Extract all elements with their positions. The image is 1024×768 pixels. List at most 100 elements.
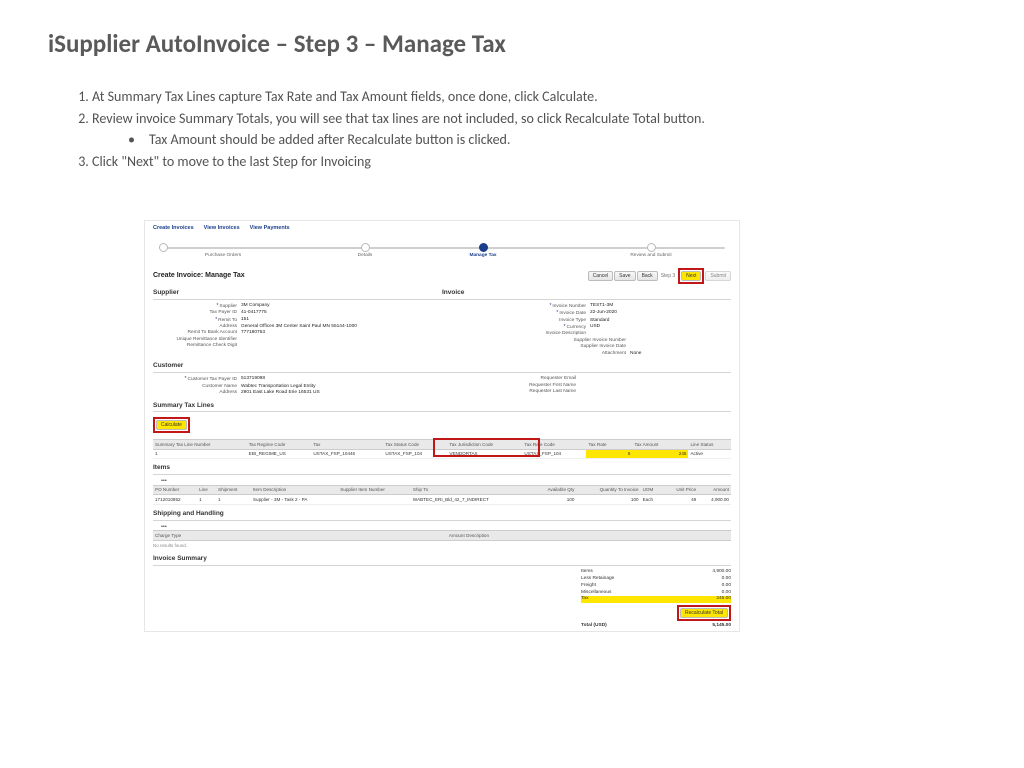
th-desc: Item Description bbox=[251, 485, 338, 495]
td-ship: 1 bbox=[216, 495, 251, 505]
sum-lbl-freight: Freight bbox=[581, 583, 596, 589]
sum-val-retain: 0.00 bbox=[722, 576, 731, 582]
supplier-heading: Supplier bbox=[153, 289, 442, 300]
taxlines-row: 1 EBI_REGIME_US USTAX_FSP_10446 USTAX_FS… bbox=[153, 449, 731, 459]
th-amtdesc: Amount Description bbox=[209, 531, 731, 541]
page-tabs: Create Invoices View Invoices View Payme… bbox=[145, 221, 739, 236]
sum-val-freight: 0.00 bbox=[722, 583, 731, 589]
step-indicator: Step 3 bbox=[659, 273, 677, 279]
th-qty: Quantity To Invoice bbox=[576, 485, 640, 495]
sum-lbl-tax: Tax bbox=[581, 596, 588, 602]
invoice-heading: Invoice bbox=[442, 289, 731, 300]
train-node-tax[interactable] bbox=[479, 243, 488, 252]
instruction-list: At Summary Tax Lines capture Tax Rate an… bbox=[92, 87, 976, 172]
lbl-remit: Remit To bbox=[153, 317, 241, 324]
cancel-button[interactable]: Cancel bbox=[588, 271, 614, 281]
th-line: Line bbox=[197, 485, 216, 495]
train-label-review: Review and Submit bbox=[630, 253, 671, 259]
step-2-text: Review invoice Summary Totals, you will … bbox=[92, 110, 705, 127]
train-node-review[interactable] bbox=[647, 243, 656, 252]
th-lstat: Line Status bbox=[688, 440, 731, 450]
td-po: 1712010852 bbox=[153, 495, 197, 505]
train-label-tax: Manage Tax bbox=[469, 253, 496, 259]
td-uom: Each bbox=[641, 495, 663, 505]
train-label-po: Purchase Orders bbox=[205, 253, 241, 259]
td-shipto: WABTEC_ERI_Bld_42_7_INDIRECT bbox=[411, 495, 530, 505]
sum-val-items: 4,900.00 bbox=[712, 569, 731, 575]
train-node-po[interactable] bbox=[159, 243, 168, 252]
tab-view-invoices[interactable]: View Invoices bbox=[204, 225, 240, 232]
val-remit: 151 bbox=[241, 317, 249, 324]
train-label-details: Details bbox=[358, 253, 373, 259]
next-highlight: Next bbox=[678, 268, 704, 284]
val-att: None bbox=[630, 351, 641, 357]
val-cpayer: 513719098 bbox=[241, 376, 265, 383]
action-buttons: Cancel Save Back Step 3 Next Submit bbox=[588, 268, 731, 284]
calculate-button[interactable]: Calculate bbox=[156, 420, 187, 430]
th-status: Tax Status Code bbox=[383, 440, 447, 450]
items-heading: Items bbox=[153, 464, 731, 475]
lbl-invnum: Invoice Number bbox=[502, 303, 590, 310]
val-caddr: 2901 East Lake Road Erie 16531 US bbox=[241, 390, 320, 396]
sum-val-total: 5,145.00 bbox=[712, 623, 731, 629]
sum-lbl-total: Total (USD) bbox=[581, 623, 607, 629]
train-node-details[interactable] bbox=[361, 243, 370, 252]
tab-create-invoices[interactable]: Create Invoices bbox=[153, 225, 194, 232]
recalculate-button[interactable]: Recalculate Total bbox=[680, 608, 728, 618]
back-button[interactable]: Back bbox=[637, 271, 658, 281]
items-row: 1712010852 1 1 Supplier - 3M - Task 2 - … bbox=[153, 495, 731, 505]
td-status: USTAX_FSP_104 bbox=[383, 449, 447, 459]
customer-heading: Customer bbox=[153, 362, 731, 373]
calculate-highlight: Calculate bbox=[153, 417, 190, 433]
th-avail: Available Qty bbox=[530, 485, 576, 495]
step-3: Click "Next" to move to the last Step fo… bbox=[92, 152, 976, 172]
td-regime: EBI_REGIME_US bbox=[247, 449, 312, 459]
th-amt: Tax Amount bbox=[632, 440, 688, 450]
items-header: PO Number Line Shipment Item Description… bbox=[153, 485, 731, 495]
page-title: Create Invoice: Manage Tax bbox=[153, 272, 245, 280]
lbl-caddr: Address bbox=[153, 390, 241, 396]
td-ln: 1 bbox=[153, 449, 247, 459]
sum-lbl-items: Items bbox=[581, 569, 593, 575]
th-ln: Summary Tax Line Number bbox=[153, 440, 247, 450]
td-line: 1 bbox=[197, 495, 216, 505]
sum-lbl-retain: Less Retainage bbox=[581, 576, 614, 582]
shipping-table: Charge TypeAmount Description bbox=[153, 530, 731, 541]
submit-button[interactable]: Submit bbox=[705, 271, 731, 281]
save-button[interactable]: Save bbox=[614, 271, 635, 281]
taxlines-table: Summary Tax Line Number Tax Regime Code … bbox=[153, 439, 731, 459]
td-rate[interactable]: 5 bbox=[586, 449, 632, 459]
slide-title: iSupplier AutoInvoice – Step 3 – Manage … bbox=[48, 28, 976, 59]
items-pager[interactable]: ••• bbox=[153, 478, 731, 485]
step-2a: Tax Amount should be added after Recalcu… bbox=[128, 130, 976, 150]
sum-val-tax: 245.00 bbox=[716, 596, 731, 602]
taxlines-heading: Summary Tax Lines bbox=[153, 402, 731, 413]
lbl-invdate: Invoice Date bbox=[502, 310, 590, 317]
lbl-att: Attachment bbox=[542, 351, 630, 357]
td-tax: USTAX_FSP_10446 bbox=[311, 449, 383, 459]
shipping-pager[interactable]: ••• bbox=[153, 524, 731, 531]
lbl-chk: Remittance Check Digit bbox=[153, 343, 241, 349]
lbl-cpayer: Customer Tax Payer ID bbox=[153, 376, 241, 383]
td-desc: Supplier - 3M - Task 2 - PA bbox=[251, 495, 338, 505]
val-cur: USD bbox=[590, 324, 600, 331]
val-supplier: 3M Company bbox=[241, 303, 270, 310]
next-button[interactable]: Next bbox=[681, 271, 701, 281]
th-charge: Charge Type bbox=[153, 531, 209, 541]
td-ratecode: USTAX_FSP_104 bbox=[522, 449, 586, 459]
summary-totals: Items 4,900.00 Less Retainage 0.00 Freight… bbox=[581, 569, 731, 630]
tab-view-payments[interactable]: View Payments bbox=[250, 225, 290, 232]
th-sitem: Supplier Item Number bbox=[338, 485, 411, 495]
td-amt[interactable]: 245 bbox=[632, 449, 688, 459]
th-price: Unit Price bbox=[663, 485, 699, 495]
th-juris: Tax Jurisdiction Code bbox=[447, 440, 522, 450]
val-invdate: 22-Jun-2020 bbox=[590, 310, 617, 317]
th-ship: Shipment bbox=[216, 485, 251, 495]
td-qty: 100 bbox=[576, 495, 640, 505]
td-lstat: Active bbox=[688, 449, 731, 459]
summary-heading: Invoice Summary bbox=[153, 555, 731, 566]
val-bank: 777180753 bbox=[241, 330, 265, 336]
th-shipto: Ship To bbox=[411, 485, 530, 495]
taxlines-header: Summary Tax Line Number Tax Regime Code … bbox=[153, 440, 731, 450]
lbl-rlast: Requester Last Name bbox=[492, 389, 580, 395]
